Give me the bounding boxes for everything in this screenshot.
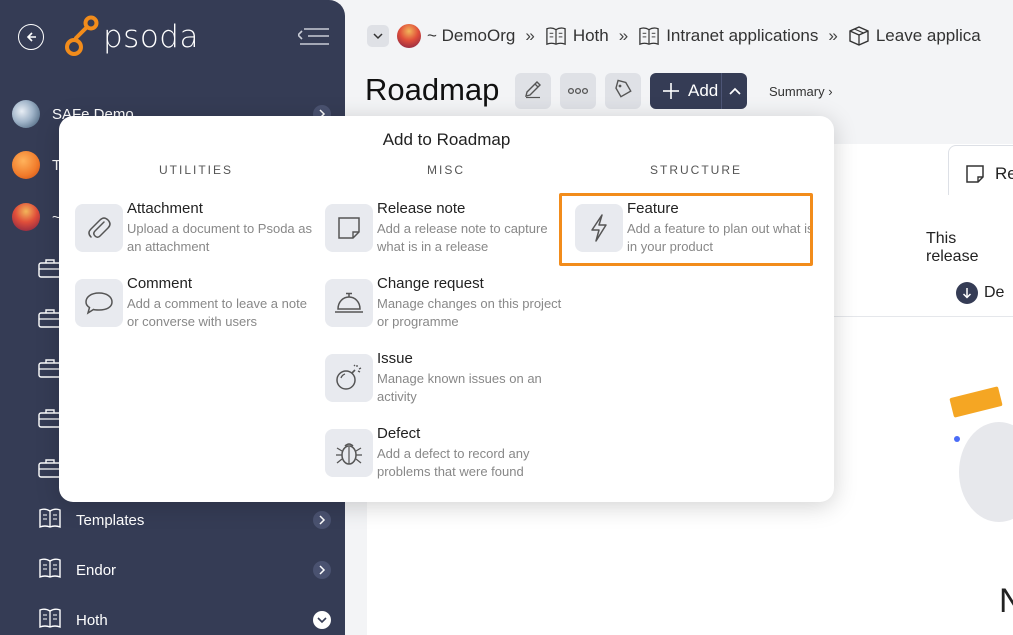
chevron-up-icon[interactable] [721, 73, 747, 109]
breadcrumb-item-demoorg[interactable]: ~ DemoOrg [397, 24, 515, 48]
back-icon[interactable] [18, 24, 44, 50]
chevron-down-icon[interactable] [313, 611, 331, 629]
sidebar-item-templates[interactable]: Templates [0, 500, 345, 540]
sidebar-item-label: Templates [76, 511, 145, 529]
psoda-logo-mark-icon [65, 15, 99, 56]
menu-item-description: Upload a document to Psoda as an attachm… [127, 221, 313, 254]
breadcrumb-label: ~ DemoOrg [427, 26, 516, 45]
page-title: Roadmap [365, 72, 500, 107]
breadcrumb-separator: » [525, 26, 535, 45]
menu-item-issue[interactable]: Issue Manage known issues on an activity [325, 350, 563, 414]
add-button-label: Add [688, 81, 719, 100]
breadcrumb: ~ DemoOrg » Hoth » Intranet applications… [367, 24, 981, 48]
edit-button[interactable] [515, 73, 551, 109]
breadcrumb-label: Intranet applications [666, 26, 819, 45]
menu-item-attachment[interactable]: Attachment Upload a document to Psoda as… [75, 200, 313, 264]
chevron-right-icon[interactable] [313, 561, 331, 579]
more-options-button[interactable] [560, 73, 596, 109]
empty-state-heading: N [999, 582, 1013, 620]
sort-label: De [984, 284, 1005, 301]
menu-item-name: Change request [377, 275, 484, 292]
book-icon [38, 507, 62, 534]
breadcrumb-item-hoth[interactable]: Hoth [545, 26, 609, 46]
tag-button[interactable] [605, 73, 641, 109]
sidebar-item-label: Endor [76, 561, 117, 579]
menu-item-description: Add a defect to record any problems that… [377, 446, 530, 479]
bug-icon [325, 429, 373, 477]
menu-item-description: Add a release note to capture what is in… [377, 221, 548, 254]
menu-item-comment[interactable]: Comment Add a comment to leave a note or… [75, 275, 313, 339]
safe-demo-avatar [12, 100, 40, 128]
bomb-icon [325, 354, 373, 402]
service-bell-icon [325, 279, 373, 327]
summary-link[interactable]: Summary › [769, 84, 833, 99]
tab-release-notes-label: Re [995, 164, 1013, 183]
illustration-dot [954, 436, 960, 442]
sort-control[interactable]: De [956, 282, 1004, 304]
note-icon [325, 204, 373, 252]
add-button[interactable]: Add [650, 73, 747, 109]
menu-item-release-note[interactable]: Release note Add a release note to captu… [325, 200, 563, 264]
menu-item-name: Release note [377, 200, 466, 217]
tag-icon [613, 79, 633, 104]
feature-highlight-box [559, 193, 813, 266]
menu-item-name: Comment [127, 275, 193, 292]
book-icon [38, 607, 62, 634]
menu-title: Add to Roadmap [382, 130, 511, 149]
chevron-right-icon[interactable] [313, 511, 331, 529]
menu-item-description: Manage known issues on an activity [377, 371, 542, 404]
menu-item-description: Manage changes on this project or progra… [377, 296, 562, 329]
book-icon [638, 26, 660, 46]
menu-item-name: Defect [377, 425, 421, 442]
sidebar-item-endor[interactable]: Endor [0, 550, 345, 590]
column-heading-utilities: UTILITIES [158, 163, 233, 177]
add-to-roadmap-menu: Add to Roadmap UTILITIES MISC STRUCTURE … [59, 116, 834, 502]
demoorg-avatar [12, 203, 40, 231]
book-icon [38, 557, 62, 584]
column-heading-misc: MISC [427, 163, 465, 177]
menu-item-name: Issue [377, 350, 413, 367]
pencil-icon [523, 79, 543, 104]
release-text: This release [926, 230, 979, 265]
collapse-sidebar-icon[interactable] [296, 27, 330, 52]
breadcrumb-item-intranet-applications[interactable]: Intranet applications [638, 26, 818, 46]
menu-item-change-request[interactable]: Change request Manage changes on this pr… [325, 275, 563, 339]
org-avatar [12, 151, 40, 179]
menu-item-defect[interactable]: Defect Add a defect to record any proble… [325, 425, 563, 489]
breadcrumb-item-leave-application[interactable]: Leave applica [848, 26, 981, 46]
note-icon [965, 164, 985, 189]
breadcrumb-label: Leave applica [875, 26, 981, 45]
menu-item-name: Attachment [127, 200, 203, 217]
breadcrumb-label: Hoth [572, 26, 609, 45]
breadcrumb-separator: » [828, 26, 838, 45]
sidebar-item-label: Hoth [76, 611, 108, 629]
plus-icon [662, 82, 680, 100]
arrow-down-icon [956, 282, 978, 304]
logo-text: psoda [103, 19, 199, 55]
sidebar-item-hoth[interactable]: Hoth [0, 600, 345, 635]
menu-item-description: Add a comment to leave a note or convers… [127, 296, 307, 329]
breadcrumb-toggle-icon[interactable] [367, 25, 389, 47]
speech-bubble-icon [75, 279, 123, 327]
book-icon [545, 26, 567, 46]
breadcrumb-separator: » [618, 26, 629, 45]
paperclip-icon [75, 204, 123, 252]
package-icon [848, 26, 870, 46]
psoda-logo[interactable]: psoda [62, 15, 199, 59]
demoorg-avatar [397, 24, 421, 48]
column-heading-structure: STRUCTURE [650, 163, 742, 177]
ellipsis-icon [567, 82, 589, 100]
